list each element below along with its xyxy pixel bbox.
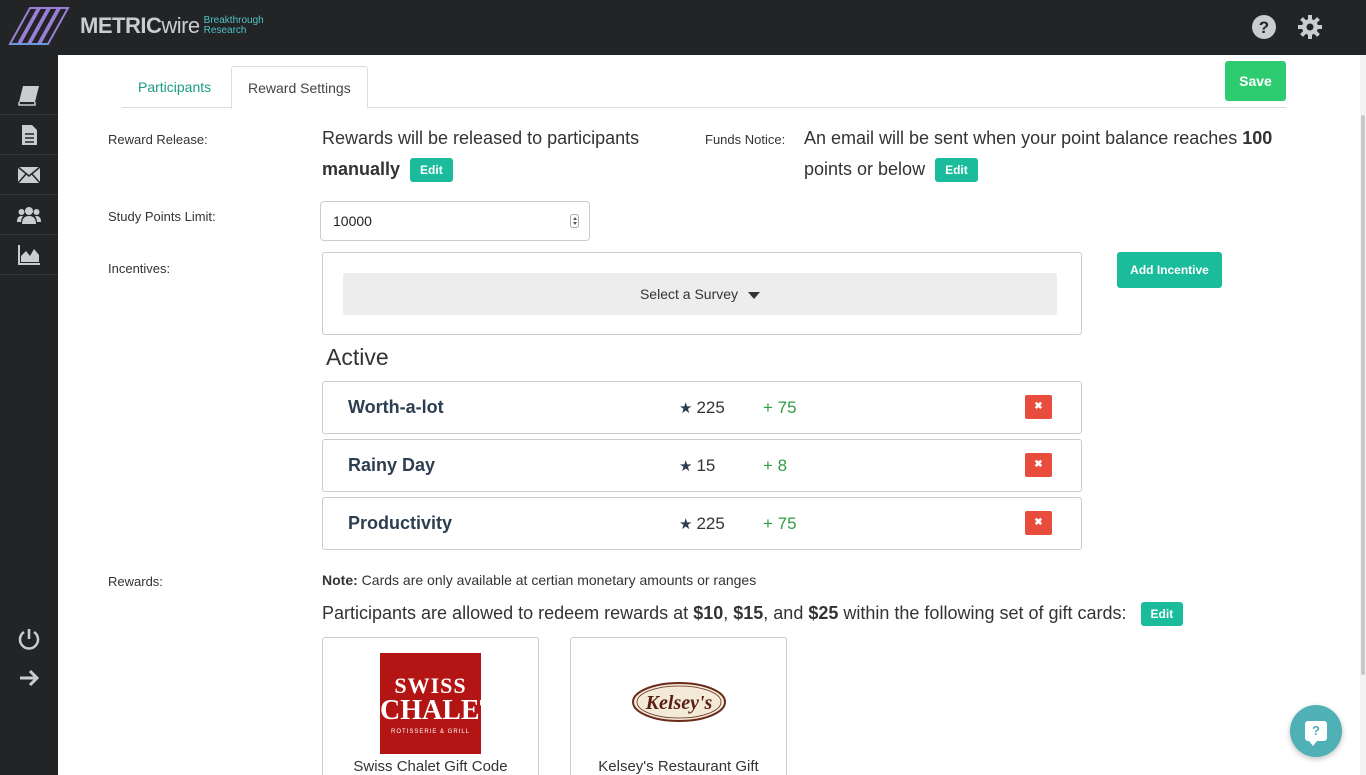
delete-incentive-button[interactable]: ✖: [1025, 453, 1052, 477]
swiss-chalet-logo: SWISS CHALET. ROTISSERIE & GRILL: [380, 653, 503, 754]
incentive-points: ★ 225: [679, 398, 725, 417]
tab-reward-settings[interactable]: Reward Settings: [231, 66, 368, 109]
power-button[interactable]: [0, 621, 58, 657]
incentive-row: Worth-a-lot ★ 225 + 75 ✖: [322, 381, 1082, 434]
tab-participants[interactable]: Participants: [122, 66, 227, 108]
incentive-selector-box: Select a Survey: [322, 252, 1082, 335]
reward-release-mode: manually: [322, 159, 401, 179]
users-icon: [17, 206, 41, 224]
sidebar-item-surveys[interactable]: [0, 75, 58, 115]
caret-down-icon: [748, 291, 761, 299]
add-incentive-button[interactable]: Add Incentive: [1117, 252, 1222, 288]
funds-notice-text-after: points or below: [804, 159, 926, 179]
reward-release-value: Rewards will be released to participants…: [322, 123, 682, 185]
save-button[interactable]: Save: [1225, 61, 1286, 101]
study-points-label: Study Points Limit:: [108, 209, 216, 224]
incentive-points: ★ 15: [679, 456, 716, 475]
gift-card-name: Kelsey's Restaurant Gift: [598, 758, 759, 775]
book-icon: [18, 85, 39, 106]
gift-card-swiss-chalet[interactable]: SWISS CHALET. ROTISSERIE & GRILL Swiss C…: [322, 637, 539, 775]
incentive-bonus: + 75: [763, 398, 797, 417]
funds-notice-text: An email will be sent when your point ba…: [804, 128, 1238, 148]
scrollbar-thumb[interactable]: [1361, 115, 1365, 675]
funds-notice-threshold: 100: [1242, 128, 1273, 148]
brand-name: METRICwire: [80, 13, 200, 38]
expand-sidebar-button[interactable]: [0, 660, 58, 696]
incentive-row: Rainy Day ★ 15 + 8 ✖: [322, 439, 1082, 492]
star-icon: ★: [679, 516, 693, 533]
gear-icon[interactable]: [1297, 14, 1323, 40]
incentives-label: Incentives:: [108, 261, 171, 276]
survey-select-label: Select a Survey: [639, 286, 739, 302]
incentive-row: Productivity ★ 225 + 75 ✖: [322, 497, 1082, 550]
incentive-name: Worth-a-lot: [348, 397, 444, 417]
study-points-value: 10000: [333, 213, 372, 229]
sidebar-item-messages[interactable]: [0, 155, 58, 195]
incentive-points: ★ 225: [679, 514, 725, 533]
funds-notice-value: An email will be sent when your point ba…: [804, 123, 1284, 185]
tab-bar: Participants Reward Settings: [122, 66, 1286, 109]
sidebar-item-analytics[interactable]: [0, 235, 58, 275]
delete-incentive-button[interactable]: ✖: [1025, 511, 1052, 535]
gift-card-name: Swiss Chalet Gift Code: [353, 758, 508, 775]
arrow-right-icon: [20, 669, 40, 687]
incentive-bonus: + 8: [763, 456, 788, 475]
delete-incentive-button[interactable]: ✖: [1025, 395, 1052, 419]
envelope-icon: [17, 165, 41, 183]
reward-release-label: Reward Release:: [108, 132, 208, 147]
reward-release-text: Rewards will be released to participants: [322, 128, 640, 148]
sidebar-item-participants[interactable]: [0, 195, 58, 235]
incentive-name: Productivity: [348, 513, 453, 533]
star-icon: ★: [679, 400, 693, 417]
funds-notice-label: Funds Notice:: [705, 132, 786, 147]
help-chat-button[interactable]: ?: [1290, 705, 1342, 757]
scrollbar[interactable]: [1360, 55, 1366, 775]
incentive-name: Rainy Day: [348, 455, 436, 475]
rewards-label: Rewards:: [108, 574, 163, 589]
edit-funds-notice-button[interactable]: Edit: [935, 158, 978, 183]
top-bar: METRICwire Breakthrough Research ?: [0, 0, 1366, 55]
svg-text:Kelsey's: Kelsey's: [645, 692, 713, 714]
sidebar: [0, 55, 58, 775]
chat-icon: ?: [1305, 721, 1327, 746]
sidebar-item-documents[interactable]: [0, 115, 58, 155]
gift-card-kelseys[interactable]: Kelsey's Kelsey's Restaurant Gift: [570, 637, 787, 775]
brand-tagline: Breakthrough Research: [203, 15, 264, 36]
incentive-bonus: + 75: [763, 514, 797, 533]
help-icon[interactable]: ?: [1251, 14, 1277, 40]
star-icon: ★: [679, 458, 693, 475]
number-spinner-icon[interactable]: [570, 214, 579, 228]
document-icon: [22, 124, 37, 145]
survey-select-dropdown[interactable]: Select a Survey: [343, 273, 1057, 315]
app-logo[interactable]: METRICwire Breakthrough Research: [8, 5, 274, 47]
kelseys-logo: Kelsey's: [632, 682, 726, 722]
svg-text:?: ?: [1259, 18, 1269, 37]
active-incentives-heading: Active: [326, 344, 389, 370]
rewards-note: Note: Cards are only available at certia…: [322, 572, 757, 588]
edit-rewards-button[interactable]: Edit: [1140, 602, 1184, 627]
logo-mark-icon: [8, 7, 70, 45]
edit-reward-release-button[interactable]: Edit: [410, 158, 453, 183]
power-icon: [18, 629, 40, 650]
redeem-description: Participants are allowed to redeem rewar…: [322, 600, 1184, 627]
chart-icon: [18, 244, 40, 265]
study-points-input[interactable]: 10000: [320, 201, 590, 241]
